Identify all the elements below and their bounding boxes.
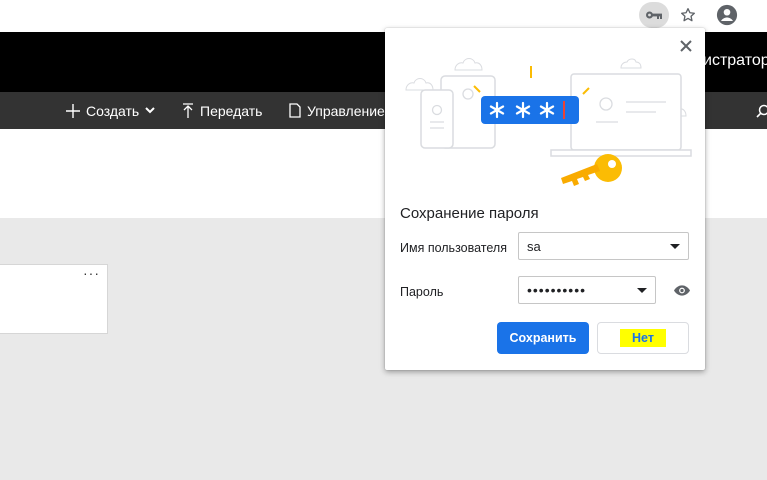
save-password-dialog: Сохранение пароля Имя пользователя sa Па…: [385, 28, 705, 370]
show-password-eye-icon[interactable]: [671, 281, 693, 299]
no-button-label: Нет: [620, 329, 666, 347]
document-icon: [289, 103, 301, 118]
manage-button[interactable]: Управление: [289, 92, 385, 129]
password-illustration: [405, 58, 692, 186]
password-value: ••••••••••: [527, 282, 587, 298]
chevron-down-icon: [145, 107, 155, 114]
dropdown-arrow-icon: [670, 244, 680, 249]
bookmark-star-icon[interactable]: [673, 2, 703, 28]
dropdown-arrow-icon: [637, 288, 647, 293]
no-button[interactable]: Нет: [597, 322, 689, 354]
username-value: sa: [527, 238, 541, 254]
plus-icon: [66, 103, 80, 118]
dialog-title: Сохранение пароля: [400, 205, 539, 222]
username-select[interactable]: sa: [518, 232, 689, 260]
share-button[interactable]: Передать: [182, 92, 262, 129]
search-icon[interactable]: [756, 92, 767, 129]
share-label: Передать: [200, 102, 263, 119]
password-key-icon[interactable]: [639, 2, 669, 28]
create-button[interactable]: Создать: [66, 92, 155, 129]
manage-label: Управление: [307, 102, 385, 119]
phone-shape: [420, 89, 454, 149]
key-shape: [561, 154, 622, 186]
username-label: Имя пользователя: [400, 241, 507, 255]
create-label: Создать: [86, 102, 140, 119]
content-card[interactable]: ···: [0, 264, 108, 334]
profile-icon[interactable]: [712, 2, 742, 28]
password-label: Пароль: [400, 285, 444, 299]
more-options-icon[interactable]: ···: [83, 265, 100, 281]
cloud-shape: [405, 78, 434, 91]
cloud-shape: [620, 58, 642, 69]
cloud-shape: [454, 58, 483, 71]
user-name-label[interactable]: истратор: [703, 52, 767, 70]
password-select[interactable]: ••••••••••: [518, 276, 656, 304]
upload-icon: [183, 103, 193, 118]
save-button[interactable]: Сохранить: [497, 322, 589, 354]
